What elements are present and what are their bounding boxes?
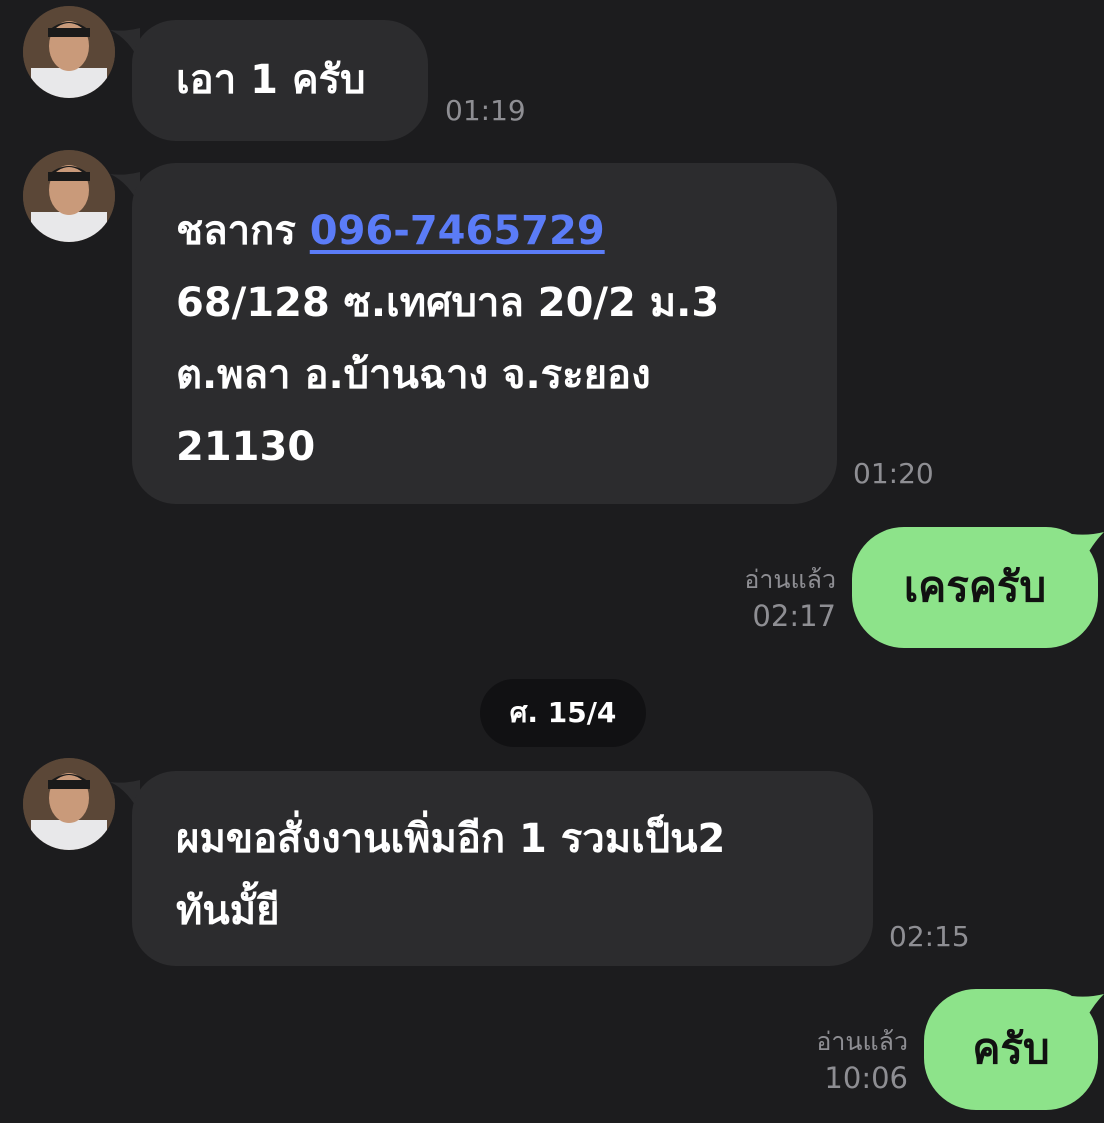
incoming-message-bubble[interactable]: ชลากร 096-7465729 68/128 ซ.เทศบาล 20/2 ม… <box>132 163 837 504</box>
incoming-message-bubble[interactable]: ผมขอสั่งงานเพิ่มอีก 1 รวมเป็น2 ทันมั้ยี <box>132 771 873 966</box>
message-text-line: 68/128 ซ.เทศบาล 20/2 ม.3 <box>176 280 720 326</box>
message-timestamp: 02:17 <box>752 599 836 633</box>
avatar-photo-icon <box>23 150 115 242</box>
read-label: อ่านแล้ว <box>744 565 836 594</box>
message-timestamp: 10:06 <box>824 1061 908 1095</box>
read-receipt: อ่านแล้ว 10:06 <box>770 1025 908 1097</box>
avatar-photo-icon <box>23 6 115 98</box>
message-text: เครครับ <box>903 562 1047 611</box>
contact-name-text: ชลากร <box>176 208 310 254</box>
date-separator: ศ. 15/4 <box>480 679 646 747</box>
read-receipt: อ่านแล้ว 02:17 <box>700 563 836 635</box>
message-text-line: 21130 <box>176 424 316 470</box>
read-label: อ่านแล้ว <box>816 1027 908 1056</box>
phone-number-link[interactable]: 096-7465729 <box>310 208 605 254</box>
message-text-line: ชลากร 096-7465729 <box>176 195 837 267</box>
outgoing-bubble-tail-icon <box>1072 994 1104 1026</box>
outgoing-message-bubble[interactable]: เครครับ <box>852 527 1098 648</box>
message-text-line: ทันมั้ยี <box>176 888 280 934</box>
contact-avatar[interactable] <box>23 150 115 242</box>
message-text-line: ผมขอสั่งงานเพิ่มอีก 1 รวมเป็น2 <box>176 816 726 862</box>
message-text-line: ต.พลา อ.บ้านฉาง จ.ระยอง <box>176 352 651 398</box>
contact-avatar[interactable] <box>23 758 115 850</box>
message-timestamp: 01:20 <box>853 457 934 490</box>
avatar-photo-icon <box>23 758 115 850</box>
outgoing-bubble-tail-icon <box>1072 532 1104 564</box>
contact-avatar[interactable] <box>23 6 115 98</box>
message-timestamp: 02:15 <box>889 920 970 953</box>
message-text: เอา 1 ครับ <box>176 57 366 103</box>
message-text: ครับ <box>972 1024 1050 1073</box>
incoming-message-bubble[interactable]: เอา 1 ครับ <box>132 20 428 141</box>
message-timestamp: 01:19 <box>445 94 526 127</box>
